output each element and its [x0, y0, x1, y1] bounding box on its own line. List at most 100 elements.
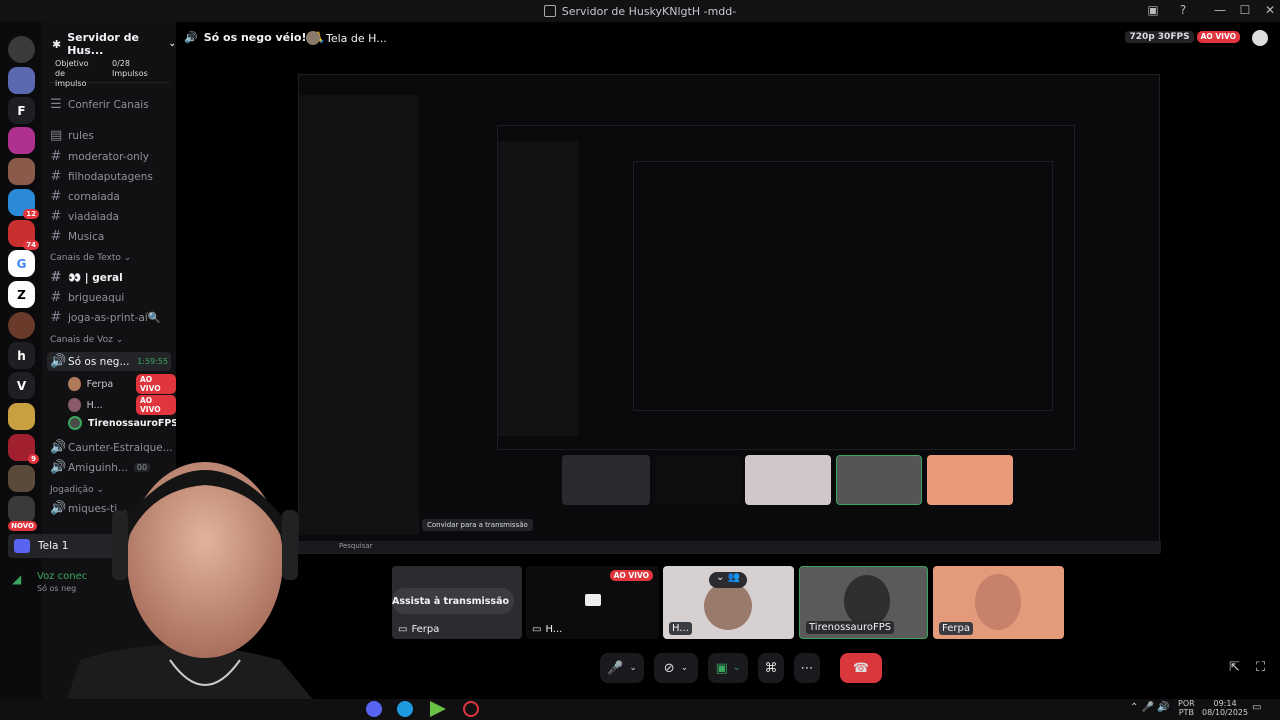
- app-window-icon: [543, 5, 556, 17]
- disconnect-button[interactable]: ☎: [840, 653, 882, 683]
- streamer-webcam: [0, 430, 360, 720]
- hash-icon: #: [50, 149, 62, 164]
- minimize-button[interactable]: —: [1210, 3, 1230, 17]
- channel-geral[interactable]: # 👀 | geral: [50, 270, 123, 285]
- tile-name: H...: [545, 624, 563, 635]
- nested-screen-2: [497, 125, 1075, 450]
- channel-moderator-only[interactable]: # moderator-only: [50, 149, 149, 164]
- screen-share-button[interactable]: ▣ ⌄: [708, 653, 748, 683]
- microphone-button[interactable]: 🎤 ⌄: [600, 653, 644, 683]
- tile-name: TirenossauroFPS: [809, 622, 892, 633]
- viewers-icon[interactable]: [1252, 30, 1268, 46]
- voice-user-ferpa[interactable]: Ferpa AO VIVO: [68, 374, 176, 394]
- channel-label: 👀 | geral: [68, 272, 123, 284]
- server-icon-f[interactable]: F: [8, 97, 35, 124]
- mini-tile: [836, 455, 922, 505]
- voice-channel-active[interactable]: 🔊 Só os neg... 1:59:55: [47, 352, 171, 371]
- stream-tile-ferpa[interactable]: Assista à transmissão ▭ Ferpa: [392, 566, 522, 639]
- server-icon-2[interactable]: [8, 67, 35, 94]
- camera-tile-tirenossauro[interactable]: TirenossauroFPS: [799, 566, 928, 639]
- edge-taskbar-icon[interactable]: [397, 701, 413, 717]
- participant-face: [844, 575, 890, 627]
- chevron-down-icon: ⌄: [732, 663, 741, 673]
- channel-rules[interactable]: ▤ rules: [50, 128, 94, 143]
- server-icon-6[interactable]: 74: [8, 220, 39, 250]
- voice-channel-title[interactable]: 🔊 Só os nego véio!!🙏: [184, 31, 325, 44]
- watch-stream-label: Assista à transmissão: [392, 595, 510, 607]
- hash-icon: #: [50, 169, 62, 184]
- discord-taskbar-icon[interactable]: [366, 701, 382, 717]
- channel-cornaiada[interactable]: # cornaiada: [50, 189, 120, 204]
- camera-tile-ferpa[interactable]: Ferpa: [933, 566, 1064, 639]
- obs-taskbar-icon[interactable]: [463, 701, 479, 717]
- channel-joga-as-print[interactable]: # joga-as-print-aí🔍: [50, 310, 161, 325]
- chevron-down-icon: ⌄: [168, 39, 176, 49]
- channel-viadaiada[interactable]: # viadaiada: [50, 209, 120, 224]
- watch-stream-button[interactable]: Assista à transmissão: [392, 588, 514, 614]
- popout-icon[interactable]: ⇱: [1229, 660, 1240, 675]
- activity-button[interactable]: ⌘: [758, 653, 784, 683]
- mini-tile: [655, 455, 741, 505]
- clock-date: 08/10/2025: [1202, 708, 1249, 717]
- server-icon-1[interactable]: [8, 36, 35, 63]
- gamepad-icon: ⌘: [764, 660, 778, 676]
- language-indicator[interactable]: POR PTB: [1178, 699, 1195, 717]
- browse-channels[interactable]: ☰ Conferir Canais: [50, 97, 149, 112]
- fullscreen-icon[interactable]: ⛶: [1256, 660, 1265, 675]
- close-button[interactable]: ✕: [1260, 3, 1280, 17]
- server-header[interactable]: ✱ Servidor de Hus... ⌄: [52, 31, 176, 57]
- voice-category[interactable]: Canais de Voz ⌄: [50, 335, 123, 345]
- channel-filhodaputagens[interactable]: # filhodaputagens: [50, 169, 153, 184]
- avatar: [306, 31, 320, 45]
- server-icon-v[interactable]: V: [8, 372, 35, 399]
- server-emblem-icon: ✱: [52, 37, 62, 51]
- voice-user-tirenossauro[interactable]: TirenossauroFPS: [68, 416, 178, 430]
- tile-name: Ferpa: [411, 624, 440, 635]
- hash-icon: #: [50, 189, 62, 204]
- hang-up-icon: ☎: [852, 660, 870, 676]
- stream-tile-h[interactable]: AO VIVO ▭ H...: [526, 566, 659, 639]
- play-taskbar-icon[interactable]: [430, 701, 446, 717]
- camera-button[interactable]: ⊘ ⌄: [654, 653, 698, 683]
- channel-label: Musica: [68, 230, 105, 243]
- avatar: [68, 377, 81, 391]
- participant-face: [975, 574, 1021, 630]
- server-icon-h[interactable]: h: [8, 342, 35, 369]
- clock[interactable]: 09:14 08/10/2025: [1202, 699, 1248, 717]
- tile-name: H...: [672, 623, 689, 634]
- hash-icon: #: [50, 290, 62, 305]
- camera-tile-h[interactable]: ⌄ 👥 H...: [663, 566, 794, 639]
- notification-icon[interactable]: ▭: [1252, 702, 1261, 713]
- server-icon-4[interactable]: [8, 158, 35, 185]
- unread-badge: 74: [23, 240, 39, 250]
- channel-brigueaqui[interactable]: # brigueaqui: [50, 290, 125, 305]
- window-titlebar: Servidor de HuskyKNlgtH -mdd- ▣ ? — ☐ ✕: [0, 0, 1280, 22]
- server-icon-z[interactable]: Z: [8, 281, 35, 308]
- hash-icon: #: [50, 310, 62, 325]
- boost-goal[interactable]: Objetivo de impulso 0/28 Impulsos: [50, 55, 170, 88]
- more-button[interactable]: ⋯: [794, 653, 820, 683]
- text-category[interactable]: Canais de Texto ⌄: [50, 253, 131, 263]
- invite-tooltip: Convidar para a transmissão: [422, 519, 533, 531]
- voice-user-h[interactable]: H... AO VIVO: [68, 395, 176, 415]
- screen-title[interactable]: Tela de H...: [306, 31, 387, 45]
- server-icon-7[interactable]: [8, 312, 35, 339]
- tile-label: H...: [669, 622, 692, 635]
- server-icon-g[interactable]: G: [8, 250, 35, 277]
- channel-label: cornaiada: [68, 190, 120, 203]
- add-friend-icon[interactable]: ⌄ 👥: [709, 572, 747, 588]
- chevron-down-icon: ⌄: [629, 663, 637, 673]
- screen-name: Tela de H...: [326, 31, 387, 45]
- server-icon-5[interactable]: 12: [8, 189, 39, 219]
- tray-icons[interactable]: ⌃ 🎤 🔊: [1130, 702, 1170, 713]
- chevron-down-icon: ⌄: [680, 663, 689, 673]
- tile-label: Ferpa: [939, 622, 973, 635]
- voice-user-name: H...: [86, 399, 103, 411]
- server-icon-3[interactable]: [8, 127, 35, 154]
- maximize-button[interactable]: ☐: [1235, 3, 1255, 17]
- channel-musica[interactable]: # Musica: [50, 229, 105, 244]
- help-icon[interactable]: ?: [1173, 3, 1193, 17]
- streamer-figure: [60, 462, 330, 720]
- server-icon-8[interactable]: [8, 403, 35, 430]
- inbox-icon[interactable]: ▣: [1143, 3, 1163, 17]
